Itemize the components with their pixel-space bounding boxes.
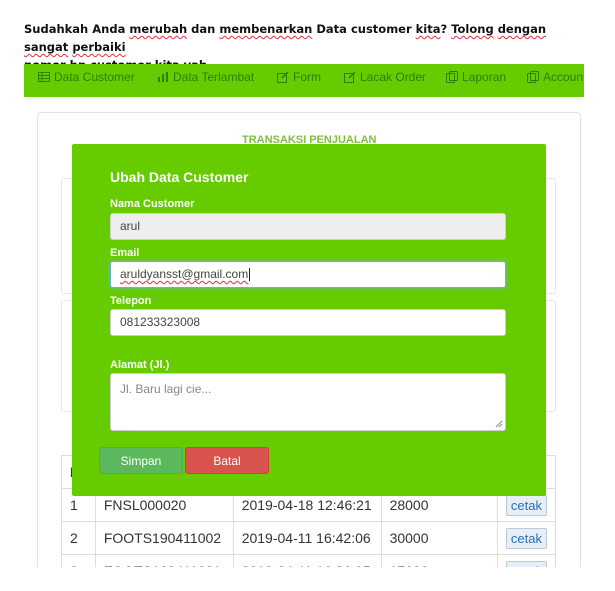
edit-customer-modal: Ubah Data Customer Nama Customer arul Em…	[72, 144, 546, 496]
screenshot-crop-edge	[0, 567, 615, 591]
instruction-fragment: dan	[187, 22, 220, 36]
alamat-label: Alamat (Jl.)	[110, 359, 170, 371]
nama-customer-value: arul	[120, 219, 141, 233]
transaction-code: FOOTS190411002	[94, 521, 234, 555]
spelling-error-word: merubah	[129, 22, 188, 36]
nama-customer-label: Nama Customer	[110, 198, 195, 210]
transaction-amount: 30000	[380, 521, 498, 555]
instruction-fragment: Data customer	[312, 22, 416, 36]
table-row: 2 FOOTS190411002 2019-04-11 16:42:06 300…	[61, 521, 557, 555]
cetak-button[interactable]: cetak	[505, 527, 547, 549]
nav-data-customer[interactable]: Data Customer	[38, 70, 135, 84]
nav-account[interactable]: Account	[527, 70, 584, 84]
email-field[interactable]: aruldyansst@gmail.com	[110, 261, 506, 288]
action-cell: cetak	[496, 521, 557, 555]
text-caret	[249, 268, 251, 282]
spelling-error-word: kita	[415, 22, 441, 36]
nav-laporan[interactable]: Laporan	[446, 70, 506, 84]
alamat-textarea[interactable]: Jl. Baru lagi cie...	[110, 373, 506, 431]
instruction-line-1: Sudahkah Anda merubah dan membenarkan Da…	[24, 20, 584, 56]
nav-data-terlambat[interactable]: Data Terlambat	[157, 70, 254, 84]
telepon-field[interactable]: 081233323008	[110, 309, 506, 336]
spelling-error-word: perbaiki	[72, 40, 126, 54]
copy-icon	[527, 71, 539, 83]
telepon-value: 081233323008	[120, 315, 201, 329]
modal-title: Ubah Data Customer	[110, 169, 249, 185]
spelling-error-word: Tolong	[451, 22, 494, 36]
nama-customer-field[interactable]: arul	[110, 213, 506, 240]
transaction-date: 2019-04-11 16:42:06	[232, 521, 382, 555]
nav-label: Lacak Order	[360, 70, 427, 84]
copy-icon	[446, 71, 458, 83]
alamat-value: Jl. Baru lagi cie...	[120, 382, 212, 396]
nav-form[interactable]: Form	[277, 70, 321, 84]
telepon-label: Telepon	[110, 295, 152, 307]
edit-icon	[277, 71, 289, 83]
cetak-button[interactable]: cetak	[505, 494, 547, 516]
nav-lacak-order[interactable]: Lacak Order	[344, 70, 426, 84]
spelling-error-word: sangat	[24, 40, 69, 54]
resize-grip-icon[interactable]	[495, 420, 503, 428]
nav-label: Data Terlambat	[173, 70, 255, 84]
edit-icon	[344, 71, 356, 83]
email-value: aruldyansst@gmail.com	[120, 267, 249, 281]
instruction-fragment: ?	[440, 22, 452, 36]
nav-label: Data Customer	[54, 70, 135, 84]
nav-label: Account	[543, 70, 584, 84]
email-label: Email	[110, 247, 140, 259]
instruction-fragment: Sudahkah Anda	[24, 22, 130, 36]
spelling-error-word: membenarkan	[219, 22, 313, 36]
bar-chart-icon	[158, 72, 168, 82]
simpan-button[interactable]: Simpan	[99, 447, 183, 474]
row-number: 2	[61, 521, 96, 555]
batal-button[interactable]: Batal	[185, 447, 269, 474]
top-navbar: Data Customer Data Terlambat Form Lacak …	[24, 64, 584, 97]
table-icon	[38, 72, 50, 82]
spelling-error-word: dengan	[497, 22, 547, 36]
nav-label: Laporan	[462, 70, 507, 84]
nav-label: Form	[293, 70, 321, 84]
